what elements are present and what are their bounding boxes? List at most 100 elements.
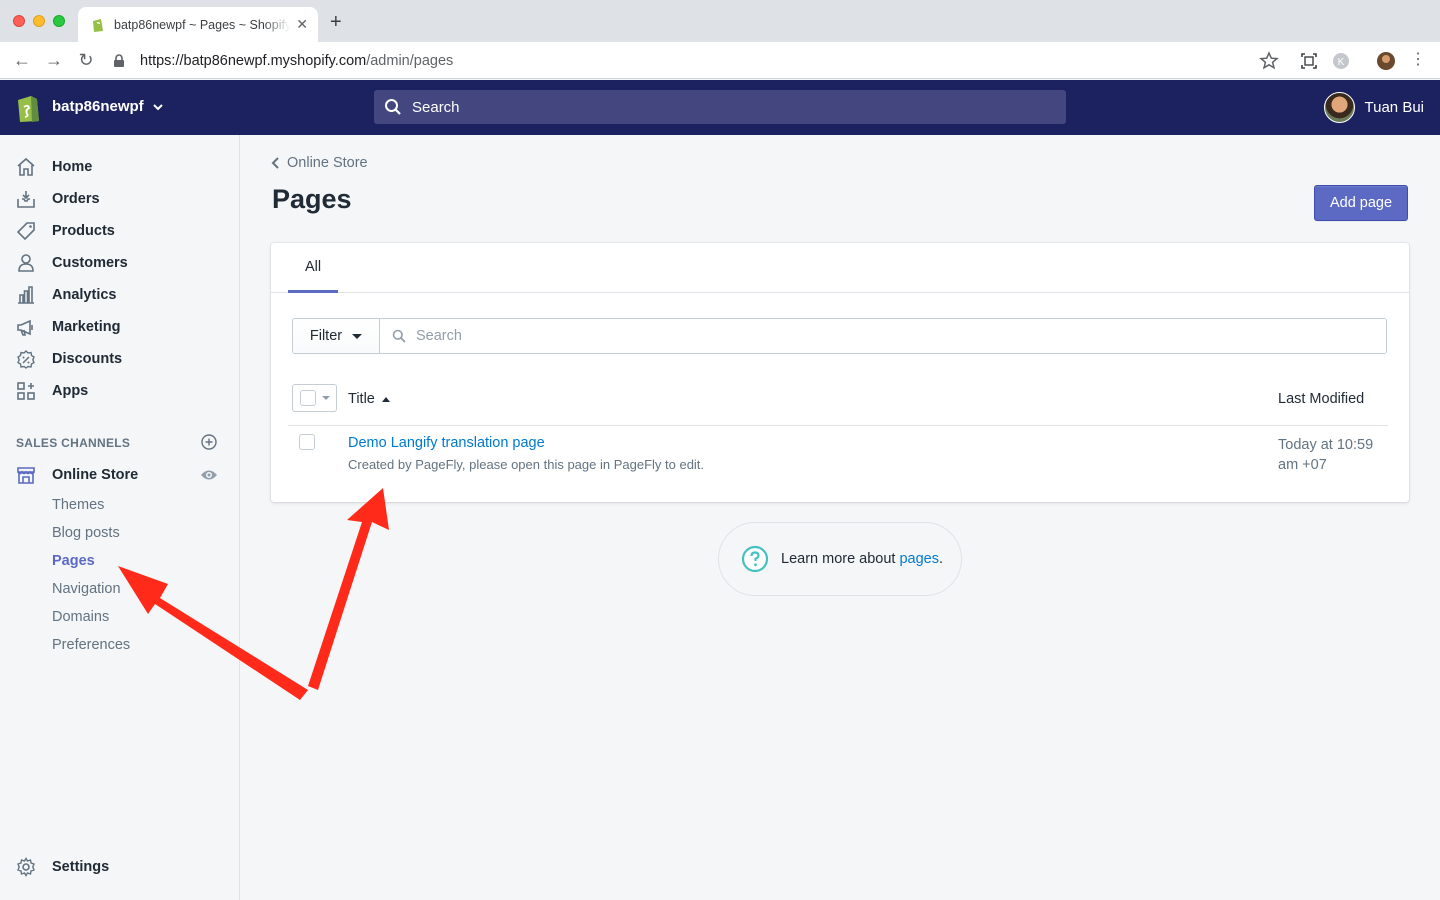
url-host: https://batp86newpf.myshopify.com: [140, 53, 367, 69]
tab-bar: All: [271, 243, 1409, 293]
breadcrumb[interactable]: Online Store: [271, 155, 368, 171]
sidebar-subitem-pages[interactable]: Pages: [52, 553, 95, 569]
new-tab-icon[interactable]: +: [330, 12, 342, 32]
browser-toolbar: ← → ↻ https://batp86newpf.myshopify.com /…: [0, 42, 1440, 79]
browser-tab-title: batp86newpf ~ Pages ~ Shopify: [114, 17, 291, 32]
back-icon[interactable]: ←: [12, 50, 32, 70]
discount-icon: [17, 350, 35, 369]
address-bar[interactable]: https://batp86newpf.myshopify.com/admin/…: [112, 49, 453, 73]
profile-avatar-icon[interactable]: [1376, 51, 1396, 71]
browser-menu-icon[interactable]: ⋮: [1408, 50, 1428, 70]
tab-close-icon[interactable]: ✕: [296, 16, 308, 33]
search-icon: [385, 99, 401, 115]
sidebar-item-label: Discounts: [52, 351, 123, 367]
pages-search-input[interactable]: [416, 328, 1316, 344]
sales-channels-heading: SALES CHANNELS: [16, 436, 131, 450]
window-close-button[interactable]: [13, 15, 25, 27]
sidebar-subitem-themes[interactable]: Themes: [52, 497, 104, 513]
bookmark-star-icon[interactable]: [1259, 51, 1279, 71]
sidebar-item-products[interactable]: Products: [0, 215, 239, 247]
sidebar-subitem-blog-posts[interactable]: Blog posts: [52, 525, 120, 541]
filter-label: Filter: [309, 328, 343, 344]
global-search-input[interactable]: [412, 98, 1012, 116]
divider: [288, 425, 1388, 426]
row-checkbox[interactable]: [299, 434, 315, 450]
help-suffix: .: [938, 551, 944, 567]
window-minimize-button[interactable]: [33, 15, 45, 27]
sidebar-item-marketing[interactable]: Marketing: [0, 311, 239, 343]
gear-icon: [17, 857, 35, 877]
extension-k-icon[interactable]: K: [1331, 51, 1351, 71]
eye-icon[interactable]: [200, 468, 218, 482]
user-menu[interactable]: Tuan Bui: [1323, 92, 1424, 123]
arrow-to-page-row: [308, 488, 389, 690]
shopify-logo-icon: [18, 96, 39, 122]
sidebar-item-label: Analytics: [52, 287, 117, 303]
sidebar-item-home[interactable]: Home: [0, 151, 239, 183]
shopify-favicon-icon: [93, 18, 103, 32]
screenshot-icon[interactable]: [1299, 51, 1319, 71]
user-name: Tuan Bui: [1364, 99, 1424, 116]
megaphone-icon: [17, 319, 33, 336]
sort-ascending-icon: [381, 396, 390, 402]
url-path: /admin/pages: [366, 53, 454, 69]
sidebar-item-settings[interactable]: Settings: [16, 857, 109, 877]
sidebar-item-orders[interactable]: Orders: [0, 183, 239, 215]
pages-card: All Filter Title Last Modified Demo Lang…: [271, 243, 1409, 502]
filter-button[interactable]: Filter: [292, 318, 380, 354]
page-title-link[interactable]: Demo Langify translation page: [348, 435, 545, 451]
browser-tab[interactable]: batp86newpf ~ Pages ~ Shopify ✕: [78, 7, 318, 42]
page-description: Created by PageFly, please open this pag…: [348, 457, 705, 472]
apps-icon: [17, 382, 35, 400]
store-icon: [17, 467, 35, 484]
sidebar-item-apps[interactable]: Apps: [0, 375, 239, 407]
sidebar-subitem-preferences[interactable]: Preferences: [52, 637, 130, 653]
bulk-select-checkbox[interactable]: [292, 384, 337, 412]
search-icon: [392, 329, 406, 343]
checkbox[interactable]: [300, 390, 316, 406]
sidebar-subitem-domains[interactable]: Domains: [52, 609, 109, 625]
sidebar-item-label: Orders: [52, 191, 100, 207]
sidebar-item-discounts[interactable]: Discounts: [0, 343, 239, 375]
orders-icon: [17, 191, 35, 208]
store-name: batp86newpf: [52, 98, 144, 115]
breadcrumb-label: Online Store: [287, 155, 368, 171]
lock-icon: [114, 54, 124, 67]
help-text: Learn more about: [781, 551, 896, 567]
global-search[interactable]: [374, 90, 1066, 124]
sidebar-item-label: Online Store: [52, 467, 139, 483]
column-header-title[interactable]: Title: [348, 391, 390, 407]
tab-all[interactable]: All: [288, 243, 338, 293]
add-page-button[interactable]: Add page: [1314, 185, 1408, 221]
sidebar-item-label: Customers: [52, 255, 128, 271]
window-zoom-button[interactable]: [53, 15, 65, 27]
home-icon: [17, 157, 35, 176]
admin-top-bar: batp86newpf Tuan Bui: [0, 80, 1440, 135]
tag-icon: [16, 222, 35, 241]
bar-chart-icon: [18, 286, 34, 304]
question-circle-icon: [741, 545, 769, 573]
learn-more-pages-link[interactable]: pages: [899, 551, 939, 567]
column-header-label: Title: [348, 391, 375, 407]
sidebar-item-analytics[interactable]: Analytics: [0, 279, 239, 311]
sidebar-item-label: Marketing: [52, 319, 121, 335]
store-switcher[interactable]: batp86newpf: [52, 98, 164, 115]
sidebar-item-label: Home: [52, 159, 93, 175]
caret-down-icon: [352, 333, 363, 339]
sidebar-item-label: Apps: [52, 383, 89, 399]
person-icon: [18, 254, 34, 272]
reload-icon[interactable]: ↻: [76, 50, 96, 70]
sidebar-item-customers[interactable]: Customers: [0, 247, 239, 279]
sidebar: Home Orders Products Customers Analytics…: [0, 135, 240, 900]
user-avatar: [1323, 92, 1355, 123]
chevron-left-icon: [271, 157, 279, 169]
add-channel-icon[interactable]: [201, 434, 217, 450]
svg-text:K: K: [1338, 57, 1345, 68]
column-header-last-modified: Last Modified: [1278, 391, 1365, 407]
sidebar-subitem-navigation[interactable]: Navigation: [52, 581, 121, 597]
forward-icon[interactable]: →: [44, 50, 64, 70]
caret-down-icon: [322, 396, 330, 400]
sidebar-item-label: Products: [52, 223, 115, 239]
pages-search[interactable]: [379, 318, 1387, 354]
sidebar-item-label: Settings: [52, 859, 110, 875]
